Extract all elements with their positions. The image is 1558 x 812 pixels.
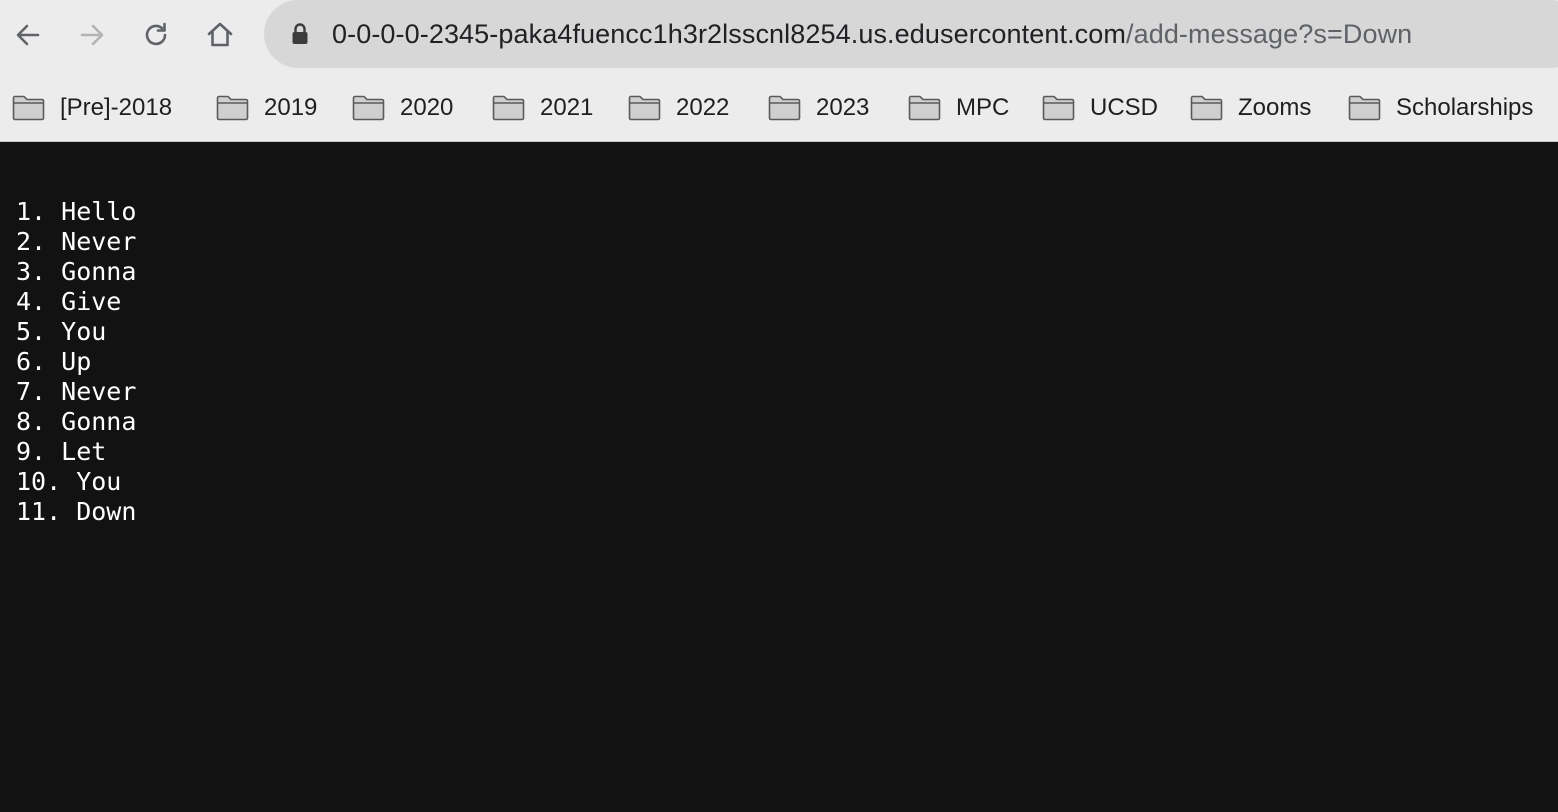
bookmark-2020[interactable]: 2020 [352,88,453,128]
folder-icon [1348,95,1381,121]
folder-icon [1042,95,1075,121]
page-content: 1. Hello 2. Never 3. Gonna 4. Give 5. Yo… [0,142,1558,812]
bookmark-label: Zooms [1238,94,1312,121]
folder-icon [492,95,525,121]
back-button[interactable] [6,13,50,57]
forward-button[interactable] [70,13,114,57]
bookmark-label: 2019 [264,94,318,121]
folder-icon [12,95,45,121]
bookmark-label: 2022 [676,94,730,121]
bookmark-zooms[interactable]: Zooms [1190,88,1311,128]
folder-icon [216,95,249,121]
folder-icon [352,95,385,121]
bookmarks-bar: [Pre]-2018 2019 2020 2021 2022 2023 MPC [0,88,1558,128]
url-host: 0-0-0-0-2345-paka4fuencc1h3r2lsscnl8254.… [332,19,1126,49]
message-item: 8. Gonna [16,407,137,436]
reload-icon [145,22,167,46]
bookmark-mpc[interactable]: MPC [908,88,1009,128]
bookmark-label: MPC [956,94,1010,121]
message-item: 10. You [16,467,122,496]
bookmark-pre-2018[interactable]: [Pre]-2018 [12,88,172,128]
folder-icon [1190,95,1223,121]
message-item: 9. Let [16,437,107,466]
bookmark-scholarships[interactable]: Scholarships [1348,88,1533,128]
bookmark-2022[interactable]: 2022 [628,88,729,128]
message-item: 3. Gonna [16,257,137,286]
address-bar[interactable]: 0-0-0-0-2345-paka4fuencc1h3r2lsscnl8254.… [264,0,1558,68]
bookmark-label: [Pre]-2018 [60,94,173,121]
bookmark-label: 2021 [540,94,594,121]
bookmark-label: 2023 [816,94,870,121]
message-item: 11. Down [16,497,137,526]
message-item: 6. Up [16,347,92,376]
url-text[interactable]: 0-0-0-0-2345-paka4fuencc1h3r2lsscnl8254.… [332,16,1412,52]
home-icon [207,22,233,47]
forward-icon [80,24,104,46]
message-item: 1. Hello [16,197,137,226]
bookmark-label: UCSD [1090,94,1159,121]
bookmark-2023[interactable]: 2023 [768,88,869,128]
message-list: 1. Hello 2. Never 3. Gonna 4. Give 5. Yo… [16,197,136,527]
folder-icon [768,95,801,121]
folder-icon [628,95,661,121]
home-button[interactable] [198,13,242,57]
bookmark-2019[interactable]: 2019 [216,88,317,128]
message-item: 2. Never [16,227,137,256]
bookmark-label: 2020 [400,94,454,121]
message-item: 4. Give [16,287,122,316]
bookmark-ucsd[interactable]: UCSD [1042,88,1158,128]
message-item: 7. Never [16,377,137,406]
message-item: 5. You [16,317,107,346]
folder-icon [908,95,941,121]
browser-toolbar: 0-0-0-0-2345-paka4fuencc1h3r2lsscnl8254.… [0,0,1558,70]
bookmark-label: Scholarships [1396,94,1534,121]
browser-chrome: 0-0-0-0-2345-paka4fuencc1h3r2lsscnl8254.… [0,0,1558,142]
bookmark-2021[interactable]: 2021 [492,88,593,128]
url-path: /add-message?s=Down [1125,19,1413,49]
reload-button[interactable] [134,13,178,57]
lock-icon[interactable] [291,22,309,46]
back-icon [16,24,40,46]
